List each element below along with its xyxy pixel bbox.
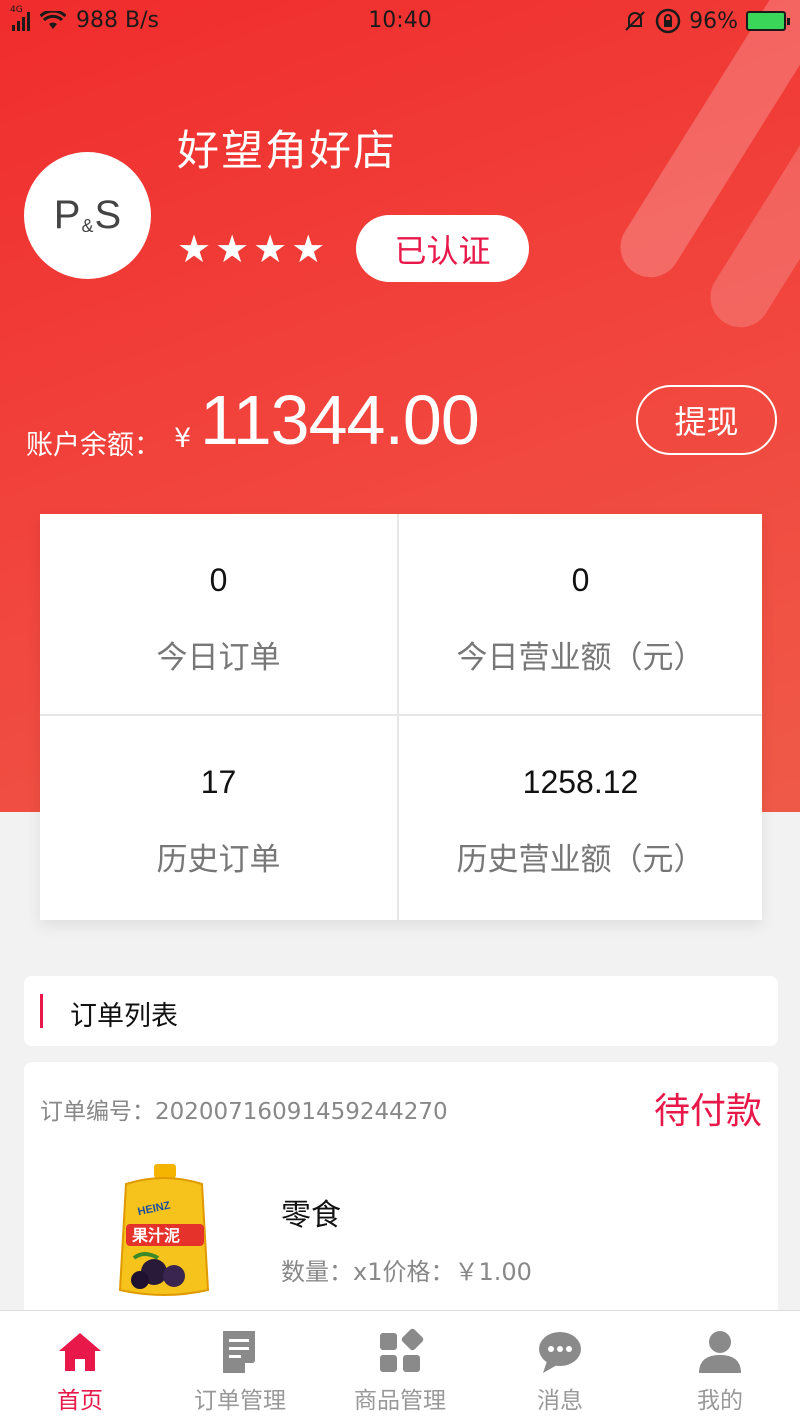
- status-bar: 4G 988 B/s 10:40 96%: [0, 0, 800, 42]
- order-list-title: 订单列表: [70, 1001, 178, 1032]
- stat-today-revenue[interactable]: 0 今日营业额（元）: [399, 514, 762, 716]
- stat-label: 今日订单: [156, 640, 281, 676]
- product-image: HEINZ 果汁泥: [118, 1164, 210, 1296]
- verified-badge: 已认证: [356, 215, 529, 282]
- stat-value: 1258.12: [522, 764, 639, 800]
- stat-value: 0: [209, 562, 228, 598]
- order-doc-icon: [223, 1331, 255, 1373]
- stat-history-orders[interactable]: 17 历史订单: [40, 716, 399, 920]
- stat-label: 历史订单: [156, 842, 281, 878]
- balance-label: 账户余额：: [26, 430, 161, 461]
- shop-name: 好望角好店: [177, 126, 398, 175]
- product-quantity-price: 数量：x1价格：￥1.00: [281, 1258, 532, 1286]
- order-list-header: 订单列表: [24, 976, 778, 1046]
- section-accent-bar: [40, 994, 43, 1028]
- user-icon: [699, 1331, 741, 1373]
- rotation-lock-icon: [655, 8, 681, 34]
- rating-stars: ★ ★ ★ ★: [177, 230, 325, 268]
- battery-percent: 96%: [689, 8, 738, 34]
- bottom-tab-bar: 首页 订单管理 商品管理 消息 我的: [0, 1310, 800, 1422]
- order-status: 待付款: [653, 1091, 762, 1132]
- withdraw-button[interactable]: 提现: [636, 385, 777, 455]
- order-number: 订单编号：20200716091459244270: [40, 1099, 448, 1125]
- grid-icon: [380, 1328, 424, 1372]
- order-card[interactable]: 订单编号：20200716091459244270 待付款 HEINZ 果汁泥 …: [24, 1062, 778, 1322]
- star-icon: ★: [177, 227, 212, 271]
- star-icon: ★: [291, 227, 326, 271]
- shop-avatar[interactable]: P & S: [24, 152, 151, 279]
- svg-text:果汁泥: 果汁泥: [131, 1226, 180, 1245]
- home-icon: [59, 1333, 101, 1371]
- tab-home[interactable]: 首页: [0, 1311, 160, 1422]
- star-icon: ★: [215, 227, 250, 271]
- stat-label: 历史营业额（元）: [456, 842, 705, 878]
- stat-label: 今日营业额（元）: [456, 640, 705, 676]
- star-icon: ★: [253, 227, 288, 271]
- mute-icon: [625, 11, 645, 31]
- tab-messages[interactable]: 消息: [480, 1311, 640, 1422]
- tab-mine[interactable]: 我的: [640, 1311, 800, 1422]
- tab-order-management[interactable]: 订单管理: [160, 1311, 320, 1422]
- battery-icon: [746, 11, 790, 31]
- currency-symbol: ¥: [174, 423, 192, 454]
- stat-history-revenue[interactable]: 1258.12 历史营业额（元）: [399, 716, 762, 920]
- balance-value: 11344.00: [200, 381, 480, 459]
- tab-product-management[interactable]: 商品管理: [320, 1311, 480, 1422]
- stat-today-orders[interactable]: 0 今日订单: [40, 514, 399, 716]
- product-name: 零食: [281, 1198, 341, 1233]
- message-icon: [539, 1332, 581, 1373]
- stat-value: 0: [571, 562, 590, 598]
- stats-grid: 0 今日订单 0 今日营业额（元） 17 历史订单 1258.12 历史营业额（…: [40, 514, 762, 920]
- stat-value: 17: [200, 764, 237, 800]
